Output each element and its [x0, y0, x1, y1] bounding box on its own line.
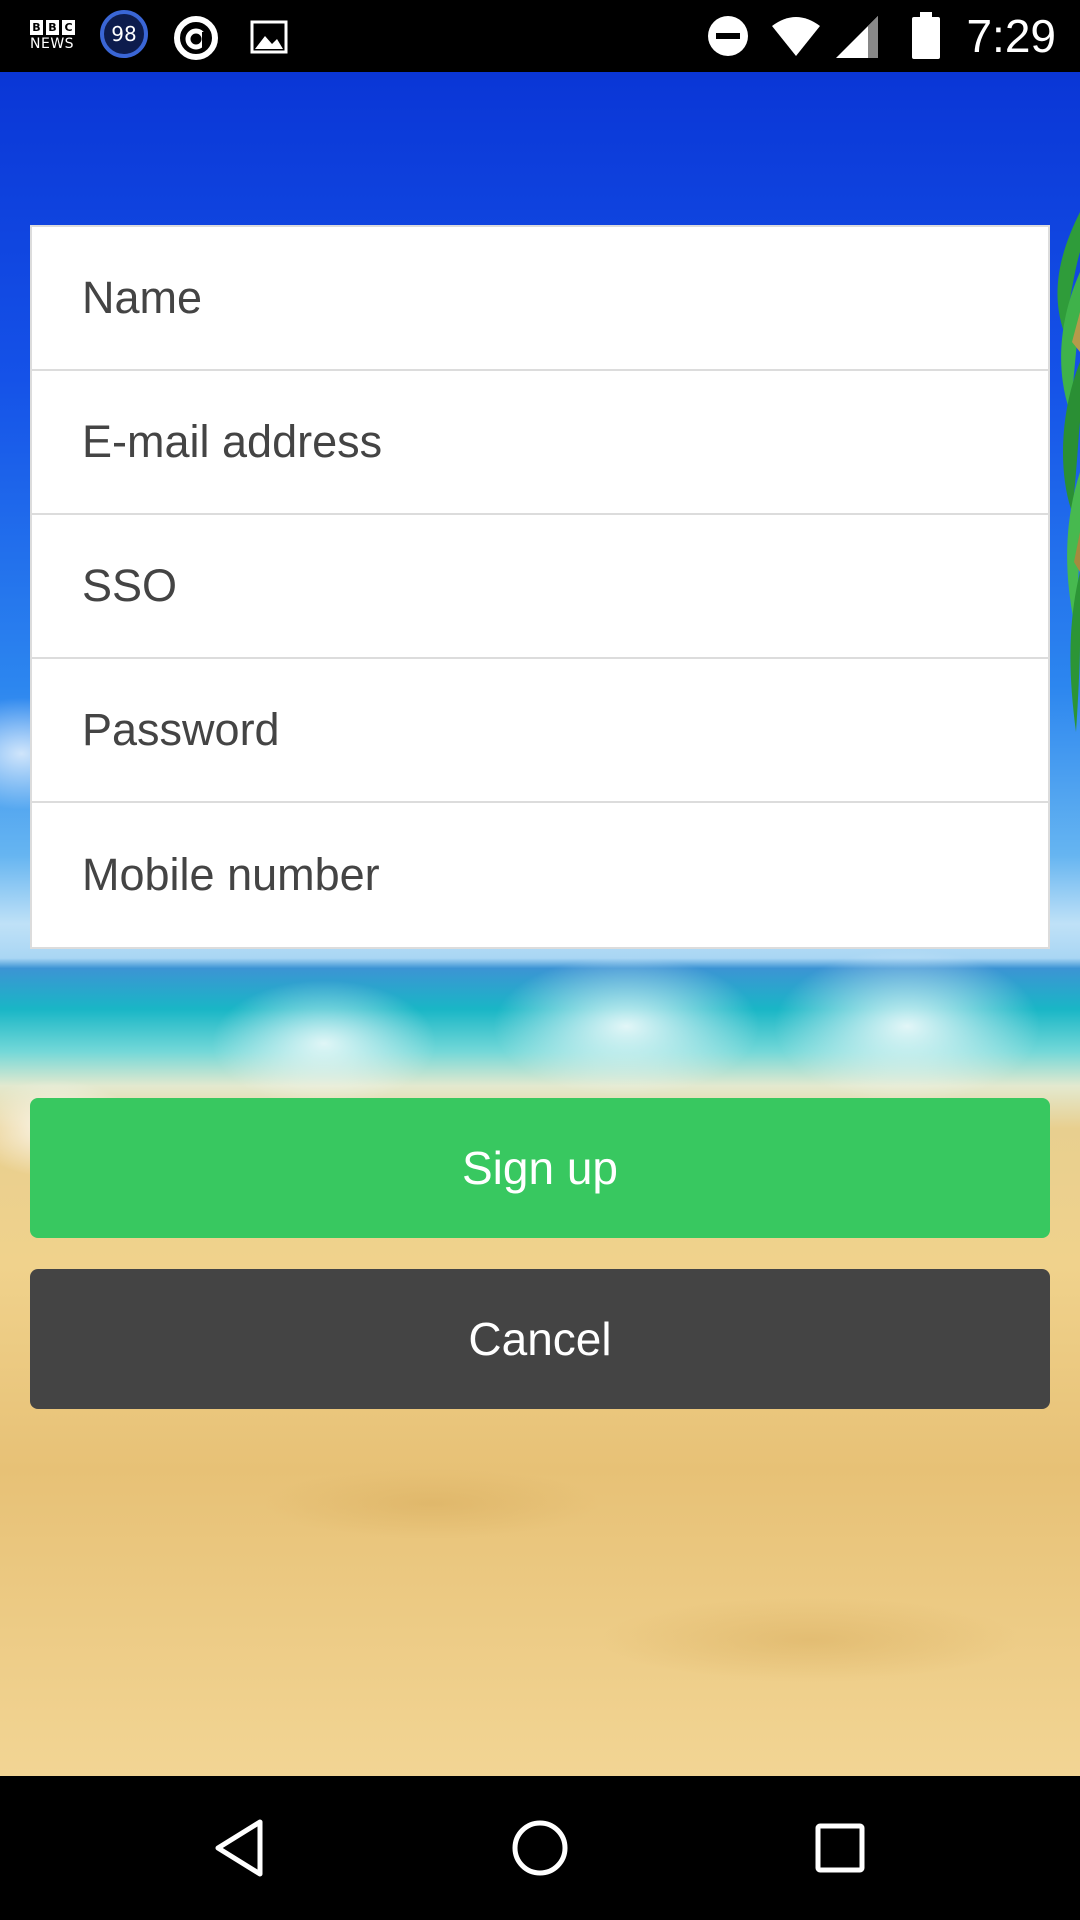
bbc-logo-letter: B — [46, 20, 59, 35]
home-icon[interactable] — [508, 1816, 572, 1880]
gallery-icon — [250, 20, 288, 54]
at-sign-icon — [174, 16, 218, 60]
bbc-logo-letter: C — [62, 20, 75, 35]
do-not-disturb-icon — [708, 16, 748, 56]
status-bar: B B C NEWS 98 7:29 — [0, 0, 1080, 72]
bbc-news-label: NEWS — [30, 36, 75, 52]
notification-count-badge: 98 — [100, 10, 148, 58]
cancel-button[interactable]: Cancel — [30, 1269, 1050, 1409]
bbc-news-icon: B B C NEWS — [30, 20, 78, 54]
password-field[interactable] — [32, 659, 1048, 803]
name-field[interactable] — [32, 227, 1048, 371]
battery-icon — [912, 12, 940, 59]
cell-signal-icon — [836, 16, 878, 58]
navigation-bar — [0, 1776, 1080, 1920]
signup-form — [30, 225, 1050, 949]
email-field[interactable] — [32, 371, 1048, 515]
bbc-logo: B B C — [30, 20, 78, 35]
app-background: Sign up Cancel — [0, 72, 1080, 1776]
recents-icon[interactable] — [808, 1816, 872, 1880]
bbc-logo-letter: B — [30, 20, 43, 35]
status-time: 7:29 — [966, 10, 1056, 62]
wifi-icon — [772, 17, 820, 56]
mobile-number-field[interactable] — [32, 803, 1048, 947]
phone-screen: B B C NEWS 98 7:29 Name E-mail address S… — [0, 0, 1080, 1920]
back-icon[interactable] — [210, 1816, 274, 1880]
sso-field[interactable] — [32, 515, 1048, 659]
signup-button[interactable]: Sign up — [30, 1098, 1050, 1238]
